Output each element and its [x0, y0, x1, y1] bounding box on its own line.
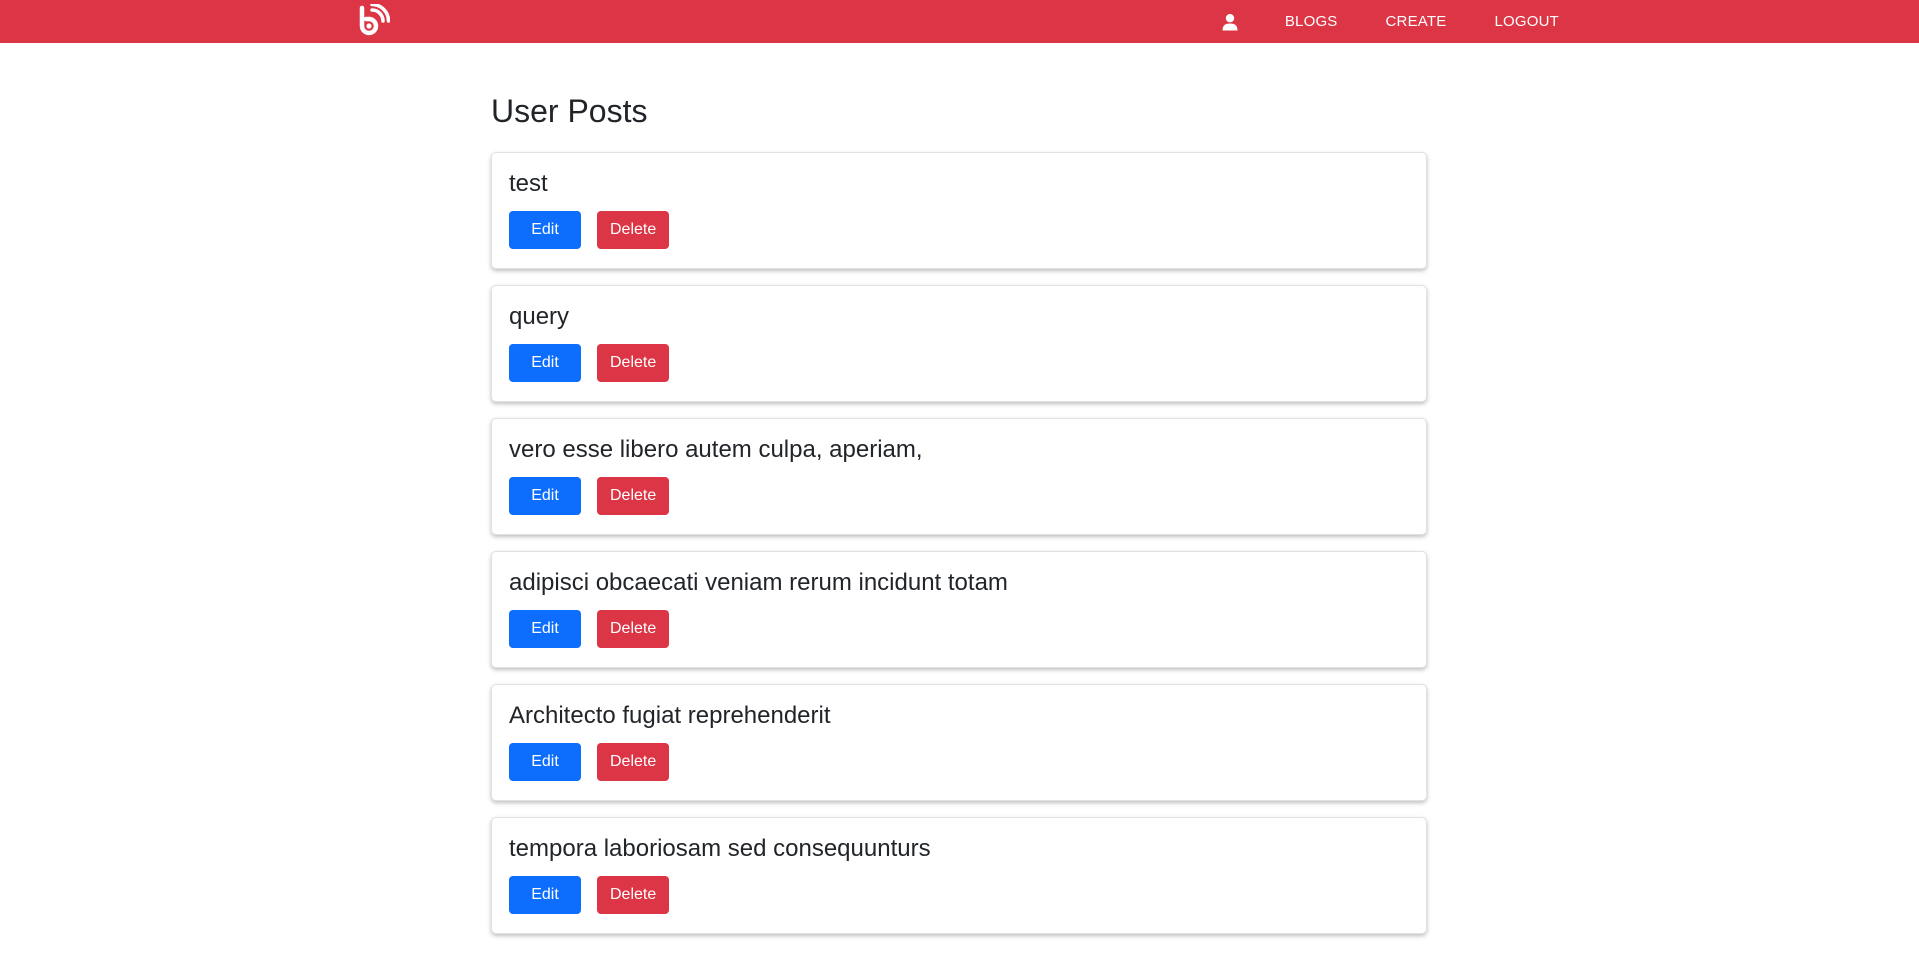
post-card: query Edit Delete [491, 285, 1427, 402]
edit-button[interactable]: Edit [509, 876, 581, 914]
delete-button[interactable]: Delete [597, 876, 669, 914]
post-card: vero esse libero autem culpa, aperiam, E… [491, 418, 1427, 535]
post-card: adipisci obcaecati veniam rerum incidunt… [491, 551, 1427, 668]
post-title: test [509, 170, 548, 197]
edit-button[interactable]: Edit [509, 477, 581, 515]
delete-button[interactable]: Delete [597, 743, 669, 781]
nav-link-create[interactable]: CREATE [1386, 13, 1447, 30]
delete-button[interactable]: Delete [597, 477, 669, 515]
post-actions: Edit Delete [509, 876, 1409, 914]
post-card: test Edit Delete [491, 152, 1427, 269]
delete-button[interactable]: Delete [597, 344, 669, 382]
post-card: Architecto fugiat reprehenderit Edit Del… [491, 684, 1427, 801]
delete-button[interactable]: Delete [597, 211, 669, 249]
post-actions: Edit Delete [509, 610, 1409, 648]
nav-link-blogs[interactable]: BLOGS [1285, 13, 1338, 30]
post-title: vero esse libero autem culpa, aperiam, [509, 436, 923, 463]
edit-button[interactable]: Edit [509, 344, 581, 382]
post-title: query [509, 303, 570, 330]
nav-menu: BLOGS CREATE LOGOUT [1221, 0, 1559, 43]
edit-button[interactable]: Edit [509, 211, 581, 249]
post-actions: Edit Delete [509, 743, 1409, 781]
post-title: tempora laboriosam sed consequunturs [509, 835, 931, 862]
delete-button[interactable]: Delete [597, 610, 669, 648]
edit-button[interactable]: Edit [509, 610, 581, 648]
post-actions: Edit Delete [509, 477, 1409, 515]
top-navbar: BLOGS CREATE LOGOUT [0, 0, 1919, 43]
page-title: User Posts [491, 93, 648, 129]
nav-link-logout[interactable]: LOGOUT [1494, 13, 1559, 30]
post-title: adipisci obcaecati veniam rerum incidunt… [509, 569, 1008, 596]
user-icon[interactable] [1221, 13, 1239, 31]
main-content: User Posts test Edit Delete query Edit D… [491, 92, 1427, 950]
post-card: tempora laboriosam sed consequunturs Edi… [491, 817, 1427, 934]
post-actions: Edit Delete [509, 344, 1409, 382]
post-title: Architecto fugiat reprehenderit [509, 702, 831, 729]
brand-logo-icon[interactable] [356, 2, 391, 38]
post-actions: Edit Delete [509, 211, 1409, 249]
edit-button[interactable]: Edit [509, 743, 581, 781]
